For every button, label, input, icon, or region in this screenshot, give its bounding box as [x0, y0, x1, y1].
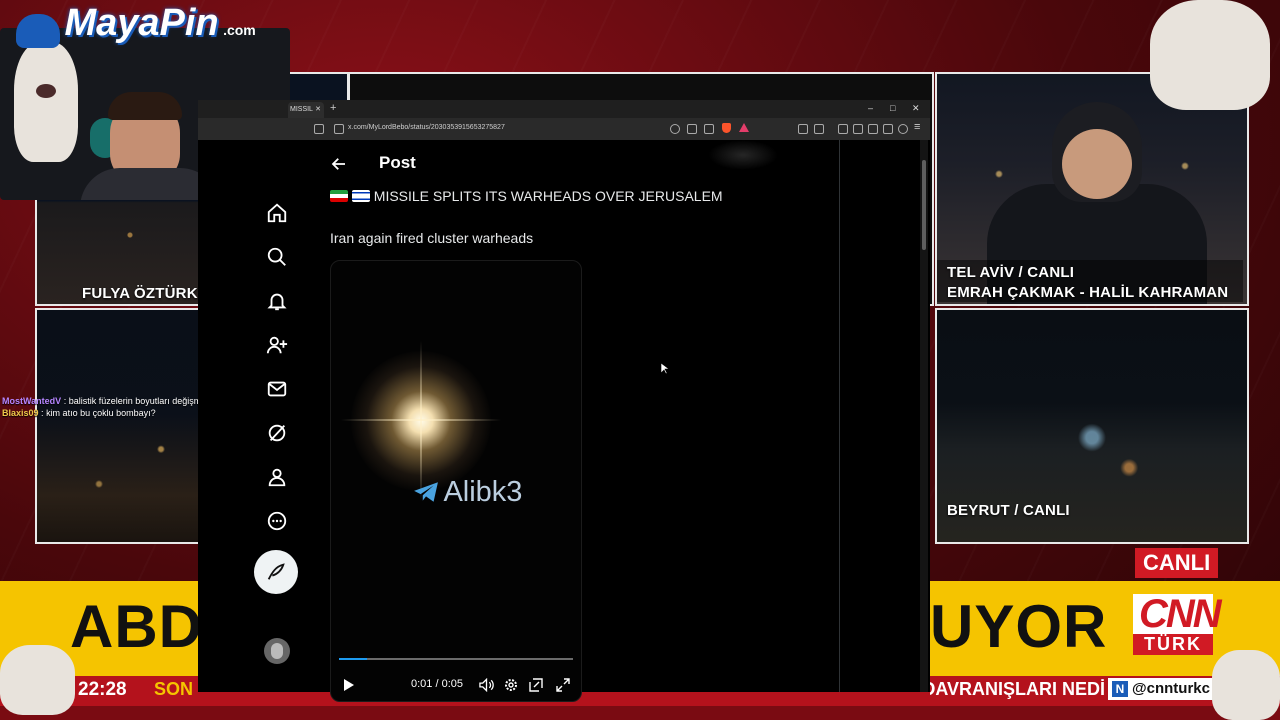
profile-icon[interactable] — [266, 466, 288, 488]
cat-mouth — [36, 84, 56, 98]
cnn-turk-logo: CNN TÜRK — [1133, 594, 1222, 655]
minimize-icon[interactable]: – — [868, 103, 873, 113]
column-divider-right — [839, 140, 840, 692]
logo-text: MayaPin — [64, 2, 219, 44]
post-body: Iran again fired cluster warheads — [330, 230, 534, 246]
new-tab-icon[interactable]: + — [330, 102, 336, 114]
compose-post-button[interactable] — [254, 550, 298, 594]
ticker-clock: 22:28 — [78, 679, 127, 700]
page-scrollbar-thumb[interactable] — [922, 160, 926, 250]
streamer-hair — [108, 92, 182, 120]
share-icon[interactable] — [704, 124, 714, 134]
fullscreen-icon[interactable] — [556, 678, 570, 692]
leo-icon[interactable] — [883, 124, 893, 134]
watermark: Alibk3 — [413, 476, 522, 509]
headline-right: UYOR — [930, 593, 1108, 660]
zoom-icon[interactable] — [670, 124, 680, 134]
post-header-title: Post — [379, 153, 416, 172]
chat-user: Blaxis09 — [2, 408, 39, 418]
ticker-left-text: SON — [154, 679, 194, 699]
browser-window: MISSIL ✕ + – □ ✕ x.com/MyLordBebo/status… — [198, 100, 930, 702]
menu-icon[interactable]: ≡ — [914, 121, 920, 133]
brave-shield-icon[interactable] — [722, 123, 731, 133]
live-badge: CANLI — [1135, 548, 1219, 578]
turk-logo-text: TÜRK — [1133, 634, 1213, 655]
chat-text: kim atıo bu çoklu bombayı? — [46, 408, 156, 418]
ticker-scroll-text: TRUMP: ARAYIN KUYU DAVRANIŞLARI NEDİ — [930, 679, 1105, 699]
video-progress-bar[interactable] — [339, 658, 573, 660]
chat-message: MostWantedV : balistik füzelerin boyutla… — [2, 396, 208, 406]
url-field[interactable]: x.com/MyLordBebo/status/2030353915653275… — [348, 124, 505, 131]
screen-icon[interactable] — [687, 124, 697, 134]
wallet-icon[interactable] — [814, 124, 824, 134]
post-title: MISSILE SPLITS ITS WARHEADS OVER JERUSAL… — [330, 188, 723, 204]
tile-label-top-right-line1: TEL AVİV / CANLI — [947, 264, 1075, 281]
search-icon[interactable] — [266, 246, 288, 268]
video-progress-fill — [339, 658, 368, 660]
sidebar-icon[interactable] — [853, 124, 863, 134]
back-arrow-icon[interactable] — [330, 155, 348, 173]
cat-logo-icon — [16, 13, 60, 48]
tile-label-top-right-line2: EMRAH ÇAKMAK - HALİL KAHRAMAN — [947, 284, 1229, 301]
cat-bottom-right — [1212, 650, 1280, 720]
tile-label-bottom-right: BEYRUT / CANLI — [947, 502, 1070, 519]
picture-in-picture-icon[interactable] — [529, 678, 543, 692]
ticker-footer — [0, 706, 1280, 720]
anchor-face — [1062, 129, 1132, 199]
volume-icon[interactable] — [479, 678, 494, 692]
settings-gear-icon[interactable] — [504, 678, 518, 692]
watermark-text: Alibk3 — [443, 476, 523, 508]
handle-icon: N — [1112, 681, 1128, 697]
cat-bottom-left — [0, 645, 75, 715]
telegram-icon — [414, 482, 438, 502]
cnn-logo-text: CNN — [1133, 594, 1222, 634]
browser-tab[interactable]: MISSIL ✕ — [288, 102, 324, 118]
laughing-cat-left — [14, 42, 78, 162]
handle-text: @cnnturkc — [1132, 680, 1210, 697]
tab-title: MISSIL — [290, 106, 313, 113]
more-icon[interactable] — [266, 510, 288, 532]
chat-message: Blaxis09 : kim atıo bu çoklu bombayı? — [2, 408, 156, 418]
close-window-icon[interactable]: ✕ — [912, 103, 920, 114]
israel-flag-icon — [351, 190, 370, 202]
tab-bar: MISSIL ✕ + – □ ✕ — [198, 100, 930, 118]
chat-overlay: MostWantedV : balistik füzelerin boyutla… — [2, 396, 208, 418]
messages-icon[interactable] — [266, 378, 288, 400]
notifications-icon[interactable] — [266, 290, 288, 312]
extensions-icon[interactable] — [798, 124, 808, 134]
video-time: 0:01 / 0:05 — [411, 678, 463, 690]
mouse-cursor-icon — [661, 363, 669, 375]
music-icon[interactable] — [838, 124, 848, 134]
headline-left: ABD — [70, 593, 203, 660]
account-avatar[interactable] — [264, 638, 290, 664]
video-player[interactable]: Alibk3 0:01 / 0:05 — [330, 260, 582, 702]
logo-suffix: .com — [223, 22, 256, 38]
x-sidebar — [198, 140, 328, 692]
post-title-text: MISSILE SPLITS ITS WARHEADS OVER JERUSAL… — [373, 188, 723, 204]
maximize-icon[interactable]: □ — [890, 103, 895, 113]
home-icon[interactable] — [266, 202, 288, 224]
brave-rewards-icon[interactable] — [739, 123, 749, 132]
iran-flag-icon — [330, 190, 348, 202]
address-bar: x.com/MyLordBebo/status/2030353915653275… — [198, 118, 930, 140]
tile-label-top-left: FULYA ÖZTÜRK — [82, 285, 198, 302]
mayapin-logo: MayaPin .com — [16, 2, 256, 48]
tab-close-icon[interactable]: ✕ — [315, 102, 321, 118]
avatar-face — [271, 643, 283, 659]
header-glow — [708, 140, 778, 170]
vpn-icon[interactable] — [898, 124, 908, 134]
site-info-icon[interactable] — [334, 124, 344, 134]
cat-top-right — [1150, 0, 1270, 110]
tv-tile-bottom-right: BEYRUT / CANLI — [935, 308, 1249, 544]
play-icon[interactable] — [343, 678, 355, 692]
chat-text: balistik füzelerin boyutları değişmiş — [68, 396, 208, 406]
grok-icon[interactable] — [266, 422, 288, 444]
follow-icon[interactable] — [266, 334, 288, 356]
bookmark-icon[interactable] — [314, 124, 324, 134]
chat-user: MostWantedV — [2, 396, 62, 406]
compose-icon — [267, 563, 285, 580]
tab-search-icon[interactable] — [868, 124, 878, 134]
